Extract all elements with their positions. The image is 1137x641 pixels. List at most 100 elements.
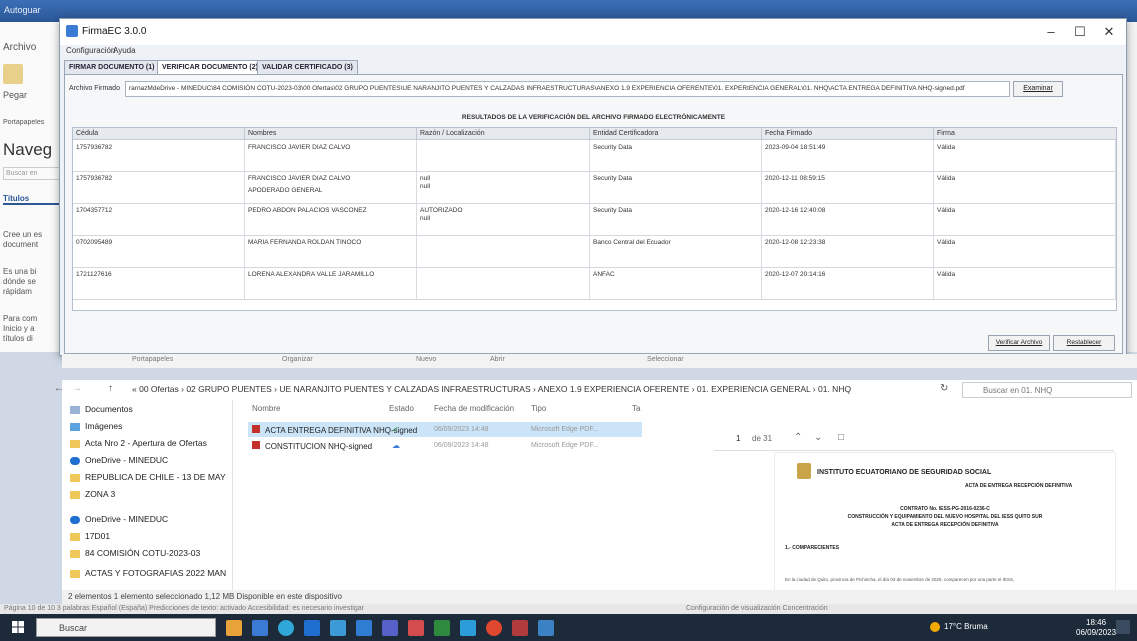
pdf-next-icon[interactable]: ⌄ (814, 432, 822, 443)
help-text-3: Es una bi (3, 267, 37, 276)
up-icon[interactable]: ↑ (108, 383, 113, 394)
file-explorer: Documentos Imágenes Acta Nro 2 - Apertur… (62, 400, 1137, 622)
table-row[interactable]: 1721127616 LORENA ALEXANDRA VALLE JARAMIL… (73, 267, 1116, 300)
pdf-preview: INSTITUTO ECUATORIANO DE SEGURIDAD SOCIA… (774, 452, 1116, 594)
nav-actas-fotografias[interactable]: ACTAS Y FOTOGRAFIAS 2022 MAN (70, 568, 226, 578)
col-fecha[interactable]: Fecha Firmado (762, 128, 934, 140)
pdf-toolbar: 1 de 31 ⌃ ⌄ □ (714, 430, 1114, 451)
chrome-icon[interactable] (486, 620, 502, 636)
table-cell (417, 267, 590, 299)
word-app-icon[interactable] (304, 620, 320, 636)
mail-icon[interactable] (356, 620, 372, 636)
nav-zona3[interactable]: ZONA 3 (70, 489, 115, 499)
examinar-button[interactable]: Examinar (1013, 81, 1063, 97)
help-text-2: document (3, 240, 39, 249)
col-cedula[interactable]: Cédula (73, 128, 245, 140)
nav-comision[interactable]: 84 COMISIÓN COTU-2023-03 (70, 548, 200, 558)
slack-icon[interactable] (408, 620, 424, 636)
pdf-fit-icon[interactable]: □ (838, 432, 844, 443)
archivo-firmado-field[interactable]: rarnazMdeDrive - MINEDUC\84 COMISIÓN COT… (125, 81, 1010, 97)
firmaec-app-icon[interactable] (512, 620, 528, 636)
back-icon[interactable]: ← (54, 383, 64, 394)
table-cell (417, 235, 590, 267)
edge-icon[interactable] (278, 620, 294, 636)
cell-text: LORENA ALEXANDRA VALLE JARAMILLO (248, 271, 375, 278)
table-row[interactable]: 0702095489 MARIA FERNANDA ROLDAN TINOCO Ba… (73, 235, 1116, 268)
table-row[interactable]: 1704357712 PEDRO ABDON PALACIOS VASCONEZ A… (73, 203, 1116, 236)
col-nombres[interactable]: Nombres (245, 128, 417, 140)
cell-text: AUTORIZADO (420, 207, 463, 214)
archivo-menu[interactable]: Archivo (3, 42, 61, 53)
maximize-icon[interactable]: ☐ (1065, 23, 1095, 41)
table-row[interactable]: 1757936782 FRANCISCO JAVIER DIAZ CALVO Sec… (73, 140, 1116, 172)
nav-onedrive-2[interactable]: OneDrive - MINEDUC (70, 514, 168, 524)
pegar-label[interactable]: Pegar (3, 90, 61, 100)
taskbar-search[interactable]: Buscar (36, 618, 216, 637)
col-razon[interactable]: Razón / Localización (417, 128, 590, 140)
archivo-firmado-label: Archivo Firmado (69, 85, 120, 92)
table-cell: MARIA FERNANDA ROLDAN TINOCO (245, 235, 417, 267)
header-tipo[interactable]: Tipo (531, 404, 546, 413)
cap-portapapeles: Portapapeles (132, 356, 174, 363)
tab-verificar[interactable]: VERIFICAR DOCUMENTO (2) (157, 60, 263, 75)
folder-icon (70, 422, 80, 431)
forward-icon[interactable]: → (72, 383, 82, 394)
pdf-page-number[interactable]: 1 (736, 434, 740, 443)
paste-icon[interactable] (3, 64, 23, 84)
file-constitucion[interactable]: CONSTITUCION NHQ-signed (252, 441, 372, 451)
task-view-icon[interactable] (252, 620, 268, 636)
explorer-search-input[interactable]: Buscar en 01. NHQ (962, 382, 1132, 398)
cell-text: 0702095489 (76, 239, 113, 246)
cell-text: 2020-12-08 12:23:38 (765, 239, 826, 246)
header-fecha[interactable]: Fecha de modificación (434, 404, 514, 413)
tab-titulos[interactable]: Títulos (3, 194, 61, 205)
table-cell: ANFAC (590, 267, 762, 299)
nav-title: Naveg (3, 140, 53, 159)
pdf-acta-header: ACTA DE ENTREGA RECEPCIÓN DEFINITIVA (965, 483, 1073, 489)
cell-text: FRANCISCO JAVIER DIAZ CALVO (248, 144, 351, 151)
nav-onedrive-1[interactable]: OneDrive - MINEDUC (70, 455, 168, 465)
nav-acta-nro2[interactable]: Acta Nro 2 - Apertura de Ofertas (70, 438, 207, 448)
header-tamano[interactable]: Ta (632, 404, 640, 413)
col-firma[interactable]: Firma (934, 128, 1116, 140)
breadcrumb[interactable]: « 00 Ofertas › 02 GRUPO PUENTES › UE NAR… (132, 384, 851, 394)
store-icon[interactable] (330, 620, 346, 636)
file-type: Microsoft Edge PDF... (531, 442, 599, 449)
header-estado[interactable]: Estado (389, 404, 414, 413)
nav-search-input[interactable]: Buscar en (3, 167, 67, 180)
col-entidad[interactable]: Entidad Certificadora (590, 128, 762, 140)
dialog-menubar: Configuración Ayuda (60, 45, 1126, 59)
tab-validar[interactable]: VALIDAR CERTIFICADO (3) (257, 60, 358, 75)
file-type: Microsoft Edge PDF... (531, 426, 599, 433)
pdf-icon (252, 441, 260, 449)
nav-documentos[interactable]: Documentos (70, 404, 133, 414)
taskbar-clock[interactable]: 18:46 06/09/2023 (1076, 618, 1116, 638)
menu-ayuda[interactable]: Ayuda (113, 46, 136, 55)
weather-widget[interactable]: 17°C Bruma (930, 622, 988, 632)
nav-imagenes[interactable]: Imágenes (70, 421, 122, 431)
nav-17d01[interactable]: 17D01 (70, 531, 110, 541)
autosave-label[interactable]: Autoguar (4, 5, 41, 15)
outlook-icon[interactable] (460, 620, 476, 636)
cell-text: 2020-12-16 12:40:08 (765, 207, 826, 214)
tab-firmar[interactable]: FIRMAR DOCUMENTO (1) (64, 60, 160, 75)
close-icon[interactable]: ✕ (1094, 23, 1124, 41)
excel-icon[interactable] (434, 620, 450, 636)
verificar-archivo-button[interactable]: Verificar Archivo (988, 335, 1050, 351)
folder-icon (70, 569, 80, 578)
pdf-prev-icon[interactable]: ⌃ (794, 432, 802, 443)
refresh-icon[interactable]: ↻ (940, 383, 948, 394)
windows-start-icon[interactable] (12, 621, 24, 633)
nav-republica-chile[interactable]: REPUBLICA DE CHILE - 13 DE MAY (70, 472, 226, 482)
photos-icon[interactable] (538, 620, 554, 636)
clock-date: 06/09/2023 (1076, 628, 1117, 637)
folder-app-icon[interactable] (226, 620, 242, 636)
teams-icon[interactable] (382, 620, 398, 636)
word-status-right[interactable]: Configuración de visualización Concentra… (686, 605, 828, 612)
notifications-icon[interactable] (1116, 620, 1130, 634)
header-nombre[interactable]: Nombre (252, 404, 280, 413)
table-row[interactable]: 1757936782 FRANCISCO JAVIER DIAZ CALVO APO… (73, 171, 1116, 204)
minimize-icon[interactable]: – (1036, 23, 1066, 41)
menu-configuracion[interactable]: Configuración (66, 46, 115, 55)
restablecer-button[interactable]: Restablecer (1053, 335, 1115, 351)
